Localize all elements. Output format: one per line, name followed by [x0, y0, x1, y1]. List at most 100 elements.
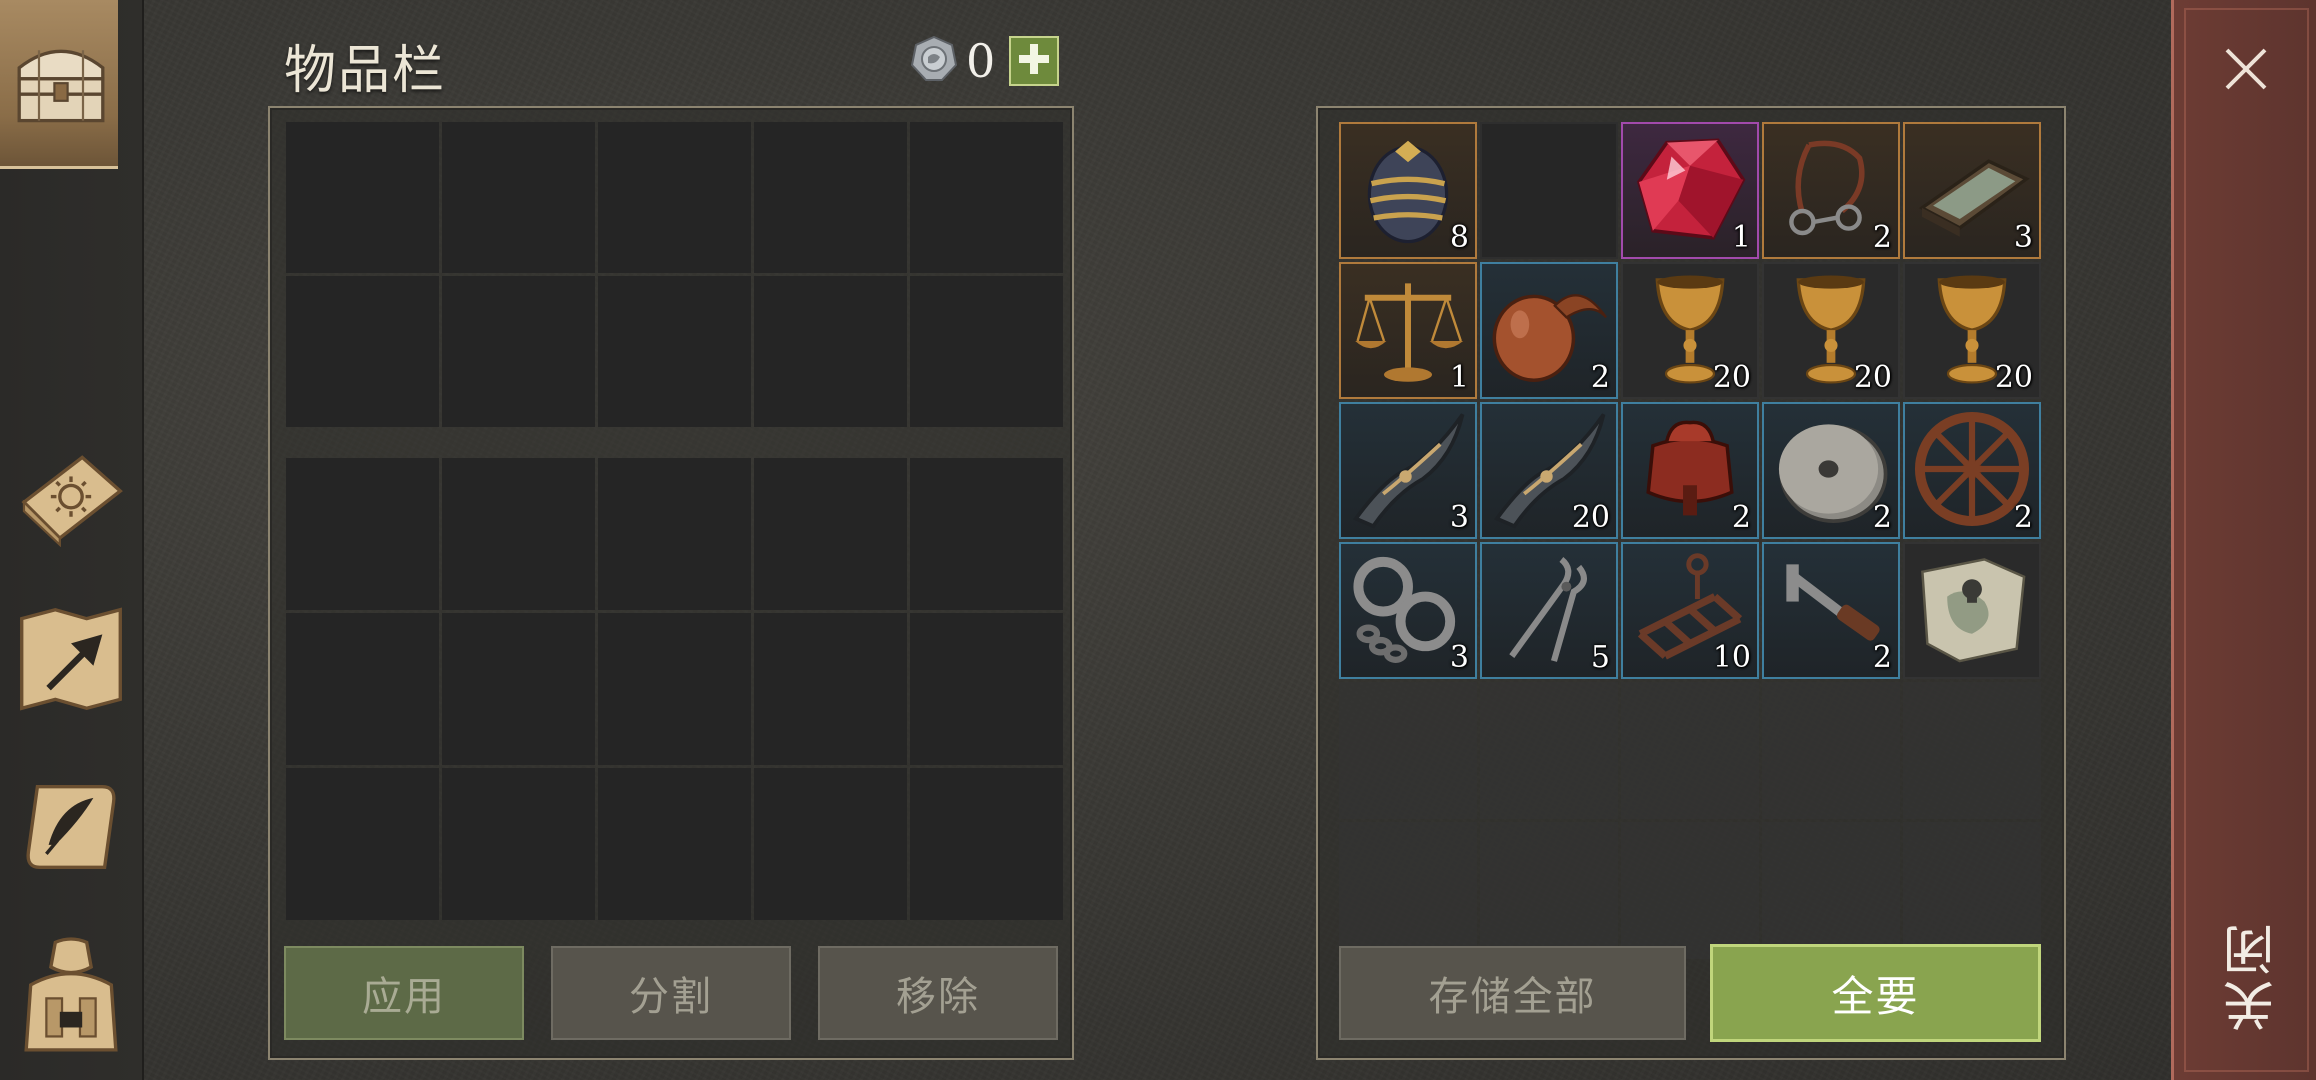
- item-quantity: 3: [2013, 220, 2033, 255]
- container-slot[interactable]: [1903, 822, 2041, 959]
- inventory-slot[interactable]: [754, 458, 907, 610]
- treasure-map-icon: [1910, 547, 2034, 675]
- inventory-slot[interactable]: [286, 122, 439, 273]
- item-slot-empty[interactable]: [1480, 122, 1618, 259]
- container-slot[interactable]: [1762, 822, 1900, 959]
- close-bar[interactable]: [2171, 0, 2316, 1080]
- inventory-slot[interactable]: [754, 276, 907, 427]
- character-backpack-icon[interactable]: [12, 936, 130, 1054]
- inventory-slot[interactable]: [286, 768, 439, 920]
- item-quantity: 2: [1872, 640, 1892, 675]
- inventory-slot[interactable]: [910, 613, 1063, 765]
- apply-button[interactable]: 应用: [284, 946, 524, 1040]
- item-slot-treasure-map[interactable]: [1903, 542, 2041, 679]
- item-slot-tray[interactable]: 3: [1903, 122, 2041, 259]
- take-all-button[interactable]: 全要: [1710, 944, 2041, 1042]
- add-currency-button[interactable]: [1009, 36, 1060, 86]
- red-crystal-icon: [1632, 131, 1748, 251]
- close-label[interactable]: 关闭: [2216, 920, 2291, 1032]
- item-slot-goblet[interactable]: 20: [1903, 262, 2041, 399]
- backpack-grid: [286, 458, 1063, 920]
- item-slot-shackles[interactable]: 3: [1339, 542, 1477, 679]
- inventory-slot[interactable]: [754, 613, 907, 765]
- inventory-slot[interactable]: [910, 458, 1063, 610]
- item-slot-wheel[interactable]: 2: [1903, 402, 2041, 539]
- inventory-slot[interactable]: [598, 613, 751, 765]
- item-quantity: 20: [1712, 360, 1751, 395]
- item-slot-saddle[interactable]: 2: [1621, 402, 1759, 539]
- split-button[interactable]: 分割: [551, 946, 791, 1040]
- inventory-slot[interactable]: [910, 276, 1063, 427]
- item-slot-egg[interactable]: 8: [1339, 122, 1477, 259]
- item-quantity: 5: [1590, 640, 1610, 675]
- inventory-slot[interactable]: [442, 458, 595, 610]
- item-slot-millstone[interactable]: 2: [1762, 402, 1900, 539]
- quick-slot-grid: [286, 122, 1063, 427]
- container-slot[interactable]: [1762, 682, 1900, 819]
- inventory-slot[interactable]: [598, 768, 751, 920]
- item-quantity: 20: [1853, 360, 1892, 395]
- container-slot[interactable]: [1480, 822, 1618, 959]
- item-slot-bow-limb[interactable]: 20: [1480, 402, 1618, 539]
- container-slot[interactable]: [1480, 682, 1618, 819]
- scroll-quill-icon[interactable]: [12, 768, 130, 886]
- item-quantity: 2: [2013, 500, 2033, 535]
- item-quantity: 8: [1449, 220, 1469, 255]
- sidebar: [0, 0, 144, 1080]
- container-slot[interactable]: [1903, 682, 2041, 819]
- item-slot-harness[interactable]: 2: [1762, 122, 1900, 259]
- container-grid: 8 1 2 3 1 2 20 20 20 3 20 2 2 2 3 5 10 2: [1339, 122, 2041, 959]
- saddle-icon: [1632, 411, 1748, 531]
- sidebar-item-inventory[interactable]: [0, 0, 118, 169]
- item-slot-gourd[interactable]: 2: [1480, 262, 1618, 399]
- item-quantity: 3: [1449, 500, 1469, 535]
- inventory-slot[interactable]: [442, 276, 595, 427]
- inventory-slot[interactable]: [442, 613, 595, 765]
- egg-icon: [1353, 130, 1463, 252]
- inventory-slot[interactable]: [442, 768, 595, 920]
- inventory-slot[interactable]: [754, 768, 907, 920]
- inventory-slot[interactable]: [598, 122, 751, 273]
- item-quantity: 3: [1449, 640, 1469, 675]
- store-all-button[interactable]: 存储全部: [1339, 946, 1686, 1040]
- inventory-slot[interactable]: [598, 458, 751, 610]
- item-quantity: 20: [1571, 500, 1610, 535]
- item-slot-goblet[interactable]: 20: [1621, 262, 1759, 399]
- item-quantity: 1: [1449, 360, 1469, 395]
- coin-icon: [910, 35, 958, 87]
- item-quantity: 20: [1994, 360, 2033, 395]
- container-slot[interactable]: [1621, 682, 1759, 819]
- item-quantity: 2: [1731, 500, 1751, 535]
- inventory-slot[interactable]: [910, 122, 1063, 273]
- container-slot[interactable]: [1621, 822, 1759, 959]
- close-bar-frame: [2184, 8, 2309, 1072]
- item-slot-bow-limb[interactable]: 3: [1339, 402, 1477, 539]
- item-slot-pliers[interactable]: 5: [1480, 542, 1618, 679]
- inventory-slot[interactable]: [286, 276, 439, 427]
- map-arrow-icon[interactable]: [12, 600, 130, 718]
- item-quantity: 1: [1731, 220, 1751, 255]
- container-slot[interactable]: [1339, 682, 1477, 819]
- item-slot-rack[interactable]: 10: [1621, 542, 1759, 679]
- item-quantity: 10: [1712, 640, 1751, 675]
- item-slot-goblet[interactable]: 20: [1762, 262, 1900, 399]
- plus-icon: [1016, 41, 1052, 81]
- inventory-slot[interactable]: [910, 768, 1063, 920]
- inventory-slot[interactable]: [442, 122, 595, 273]
- item-quantity: 2: [1872, 220, 1892, 255]
- item-slot-scales[interactable]: 1: [1339, 262, 1477, 399]
- page-title: 物品栏: [284, 41, 447, 101]
- item-quantity: 2: [1872, 500, 1892, 535]
- remove-button[interactable]: 移除: [818, 946, 1058, 1040]
- inventory-slot[interactable]: [754, 122, 907, 273]
- item-slot-crank[interactable]: 2: [1762, 542, 1900, 679]
- item-slot-red-crystal[interactable]: 1: [1621, 122, 1759, 259]
- inventory-slot[interactable]: [286, 458, 439, 610]
- container-slot[interactable]: [1339, 822, 1477, 959]
- inventory-slot[interactable]: [286, 613, 439, 765]
- currency-display: 0: [910, 34, 1060, 88]
- sun-book-icon[interactable]: [12, 432, 130, 550]
- inventory-slot[interactable]: [598, 276, 751, 427]
- currency-count: 0: [966, 34, 996, 88]
- close-icon[interactable]: [2221, 44, 2271, 98]
